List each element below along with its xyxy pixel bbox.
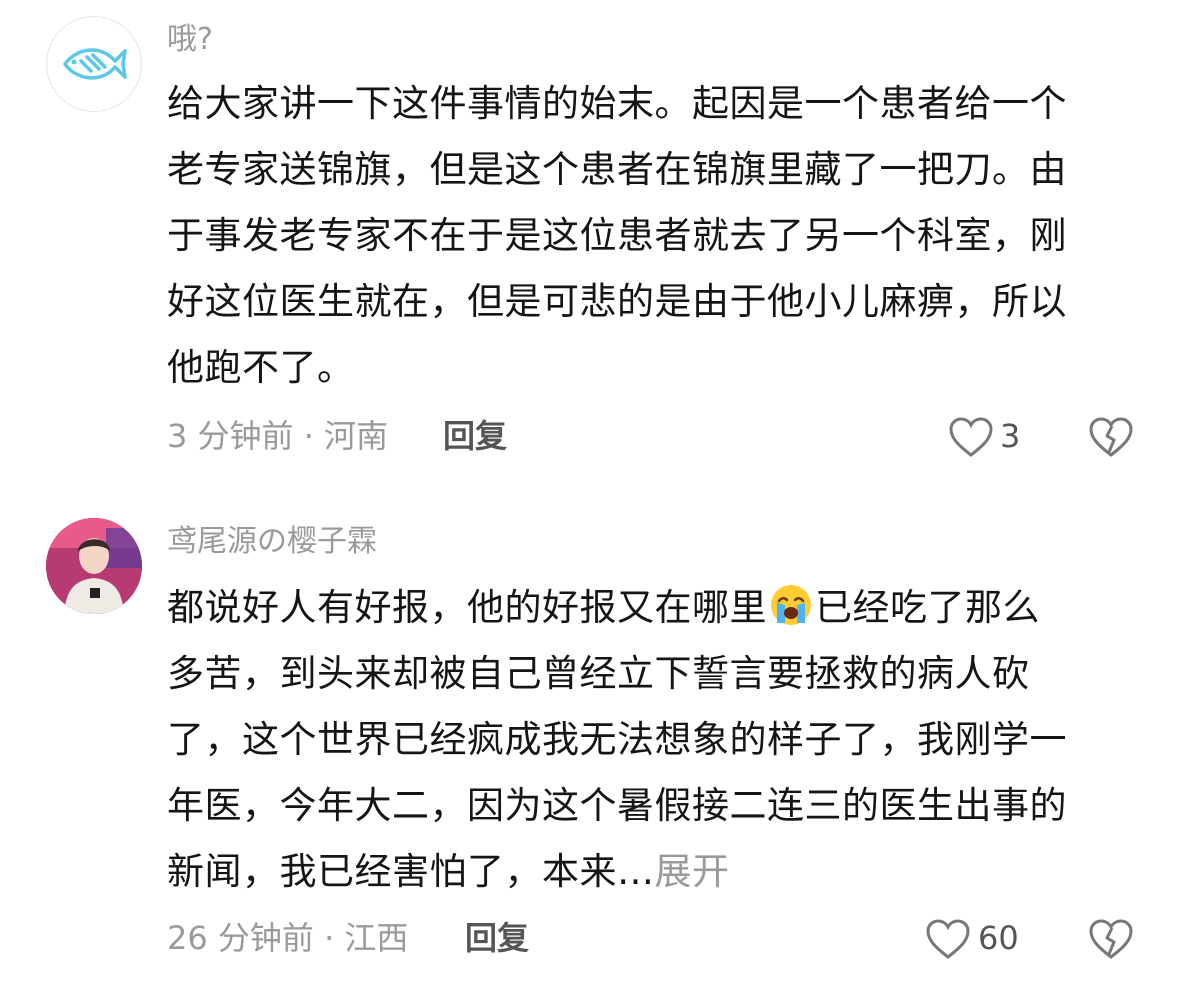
comment-line: 都说好人有好报，他的好报又在哪里 已经吃了那么 bbox=[167, 575, 1142, 641]
comment-line: 年医，今年大二，因为这个暑假接二连三的医生出事的 bbox=[167, 784, 1067, 827]
comment-meta: 3 分钟前 · 河南 bbox=[167, 417, 389, 455]
expand-link[interactable]: 展开 bbox=[655, 850, 730, 893]
comment-line: 于事发老专家不在于是这位患者就去了另一个科室，刚 bbox=[167, 214, 1067, 257]
crying-face-emoji bbox=[771, 585, 811, 625]
comment-item: 哦? 给大家讲一下这件事情的始末。起因是一个患者给一个 老专家送锦旗，但是这个患… bbox=[0, 0, 1179, 480]
comment-line: 老专家送锦旗，但是这个患者在锦旗里藏了一把刀。由 bbox=[167, 148, 1067, 191]
avatar[interactable] bbox=[46, 518, 142, 614]
comment-text-segment: 都说好人有好报，他的好报又在哪里 bbox=[167, 586, 767, 629]
username[interactable]: 哦? bbox=[167, 20, 213, 60]
like-count: 60 bbox=[978, 919, 1019, 957]
comment-meta: 26 分钟前 · 江西 bbox=[167, 919, 409, 957]
broken-heart-icon[interactable] bbox=[1088, 416, 1134, 458]
comment-line: 多苦，到头来却被自己曾经立下誓言要拯救的病人砍 bbox=[167, 652, 1030, 695]
comment-text: 都说好人有好报，他的好报又在哪里 已经吃了那么 多苦，到头来却被自己曾经立下誓言… bbox=[167, 575, 1142, 905]
heart-icon[interactable] bbox=[925, 918, 971, 960]
reply-button[interactable]: 回复 bbox=[443, 414, 507, 458]
comment-text: 给大家讲一下这件事情的始末。起因是一个患者给一个 老专家送锦旗，但是这个患者在锦… bbox=[167, 71, 1142, 401]
comment-text-segment: 已经吃了那么 bbox=[815, 586, 1040, 629]
comment-line: 好这位医生就在，但是可悲的是由于他小儿麻痹，所以 bbox=[167, 280, 1067, 323]
comment-item: 鸢尾源の樱子霖 都说好人有好报，他的好报又在哪里 已经吃了那么 多苦，到头来却被… bbox=[0, 500, 1179, 1003]
broken-heart-icon[interactable] bbox=[1088, 918, 1134, 960]
person-photo-avatar bbox=[46, 518, 142, 614]
like-count: 3 bbox=[1000, 417, 1021, 455]
fish-icon bbox=[63, 48, 127, 80]
reply-button[interactable]: 回复 bbox=[465, 916, 529, 960]
heart-icon[interactable] bbox=[948, 416, 994, 458]
comment-line: 他跑不了。 bbox=[167, 346, 355, 389]
comment-line: 新闻，我已经害怕了，本来…展开 bbox=[167, 839, 1142, 905]
username[interactable]: 鸢尾源の樱子霖 bbox=[167, 522, 377, 562]
avatar[interactable] bbox=[46, 16, 142, 112]
comment-line: 给大家讲一下这件事情的始末。起因是一个患者给一个 bbox=[167, 82, 1067, 125]
comment-text-segment: 新闻，我已经害怕了，本来… bbox=[167, 850, 655, 893]
comment-line: 了，这个世界已经疯成我无法想象的样子了，我刚学一 bbox=[167, 718, 1067, 761]
